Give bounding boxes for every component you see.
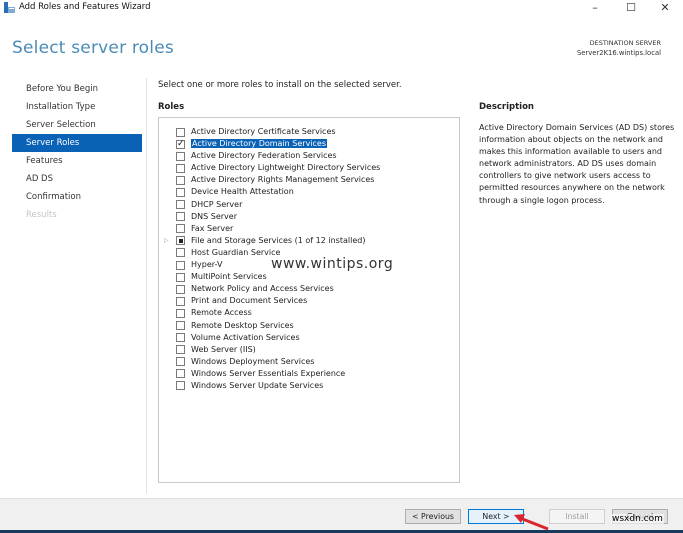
role-label[interactable]: DNS Server bbox=[191, 212, 237, 221]
role-item[interactable]: Windows Server Essentials Experience bbox=[159, 368, 459, 380]
page-title: Select server roles bbox=[12, 38, 174, 58]
role-label[interactable]: Remote Access bbox=[191, 308, 252, 317]
nav-item-features[interactable]: Features bbox=[12, 152, 142, 170]
nav-item-server-roles[interactable]: Server Roles bbox=[12, 134, 142, 152]
role-label[interactable]: Volume Activation Services bbox=[191, 333, 300, 342]
role-item[interactable]: Volume Activation Services bbox=[159, 332, 459, 344]
role-label[interactable]: Windows Server Update Services bbox=[191, 381, 323, 390]
role-label[interactable]: Host Guardian Service bbox=[191, 248, 280, 257]
role-label[interactable]: Print and Document Services bbox=[191, 296, 307, 305]
role-item[interactable]: Remote Access bbox=[159, 307, 459, 319]
role-checkbox[interactable] bbox=[176, 369, 185, 379]
role-label[interactable]: Network Policy and Access Services bbox=[191, 284, 334, 293]
destination-server-label: DESTINATION SERVER bbox=[589, 39, 661, 47]
role-item[interactable]: Web Server (IIS) bbox=[159, 344, 459, 356]
role-item[interactable]: MultiPoint Services bbox=[159, 271, 459, 283]
role-checkbox[interactable] bbox=[176, 381, 185, 391]
role-checkbox[interactable] bbox=[176, 151, 185, 161]
role-label[interactable]: Windows Server Essentials Experience bbox=[191, 369, 345, 378]
role-item[interactable]: Windows Deployment Services bbox=[159, 356, 459, 368]
corner-watermark: wsxdn.com bbox=[611, 514, 664, 524]
role-item[interactable]: ▷ File and Storage Services (1 of 12 inst… bbox=[159, 235, 459, 247]
role-label[interactable]: File and Storage Services (1 of 12 insta… bbox=[191, 236, 365, 245]
title-bar: Add Roles and Features Wizard – ☐ ✕ bbox=[0, 0, 683, 16]
nav-item-ad-ds[interactable]: AD DS bbox=[12, 170, 142, 188]
description-heading: Description bbox=[479, 102, 534, 112]
role-item[interactable]: Active Directory Rights Management Servi… bbox=[159, 174, 459, 186]
role-label[interactable]: Windows Deployment Services bbox=[191, 357, 314, 366]
role-label[interactable]: Web Server (IIS) bbox=[191, 345, 256, 354]
role-checkbox[interactable] bbox=[176, 260, 185, 270]
role-checkbox[interactable] bbox=[176, 127, 185, 137]
nav-divider bbox=[146, 78, 147, 494]
role-item[interactable]: Network Policy and Access Services bbox=[159, 283, 459, 295]
destination-server-name: Server2K16.wintips.local bbox=[576, 49, 661, 57]
roles-list[interactable]: Active Directory Certificate Services Act… bbox=[158, 117, 460, 483]
roles-heading: Roles bbox=[158, 102, 185, 112]
role-item[interactable]: Print and Document Services bbox=[159, 295, 459, 307]
role-item[interactable]: DHCP Server bbox=[159, 199, 459, 211]
role-checkbox[interactable] bbox=[176, 345, 185, 355]
role-checkbox[interactable] bbox=[176, 175, 185, 185]
role-label[interactable]: MultiPoint Services bbox=[191, 272, 267, 281]
role-label[interactable]: Active Directory Rights Management Servi… bbox=[191, 175, 374, 184]
nav-item-installation-type[interactable]: Installation Type bbox=[12, 98, 142, 116]
role-item[interactable]: Fax Server bbox=[159, 223, 459, 235]
role-checkbox[interactable] bbox=[176, 200, 185, 210]
role-checkbox[interactable] bbox=[176, 357, 185, 367]
role-label[interactable]: Active Directory Federation Services bbox=[191, 151, 337, 160]
maximize-button[interactable]: ☐ bbox=[617, 0, 645, 16]
role-item[interactable]: Active Directory Certificate Services bbox=[159, 126, 459, 138]
role-label[interactable]: Active Directory Domain Services bbox=[191, 139, 328, 149]
nav-item-before-you-begin[interactable]: Before You Begin bbox=[12, 80, 142, 98]
role-label[interactable]: Active Directory Lightweight Directory S… bbox=[191, 163, 380, 172]
server-manager-icon bbox=[4, 2, 15, 13]
role-checkbox[interactable] bbox=[176, 224, 185, 234]
role-checkbox[interactable] bbox=[176, 284, 185, 294]
role-checkbox[interactable] bbox=[176, 248, 185, 258]
role-item[interactable]: Active Directory Federation Services bbox=[159, 150, 459, 162]
role-checkbox[interactable] bbox=[176, 296, 185, 306]
watermark-text: www.wintips.org bbox=[271, 256, 394, 272]
description-text: Active Directory Domain Services (AD DS)… bbox=[479, 123, 675, 205]
role-label[interactable]: Active Directory Certificate Services bbox=[191, 127, 336, 136]
role-checkbox[interactable] bbox=[176, 163, 185, 173]
role-checkbox[interactable] bbox=[176, 138, 185, 150]
window-title: Add Roles and Features Wizard bbox=[19, 2, 151, 12]
nav-item-confirmation[interactable]: Confirmation bbox=[12, 188, 142, 206]
wizard-nav: Before You Begin Installation Type Server … bbox=[12, 80, 142, 224]
role-checkbox[interactable] bbox=[176, 236, 185, 246]
role-item[interactable]: Remote Desktop Services bbox=[159, 320, 459, 332]
role-item[interactable]: Active Directory Lightweight Directory S… bbox=[159, 162, 459, 174]
role-label[interactable]: Device Health Attestation bbox=[191, 187, 294, 196]
role-label[interactable]: Remote Desktop Services bbox=[191, 321, 294, 330]
instructions-text: Select one or more roles to install on t… bbox=[158, 80, 402, 90]
install-button: Install bbox=[549, 509, 605, 524]
role-item[interactable]: DNS Server bbox=[159, 211, 459, 223]
nav-item-server-selection[interactable]: Server Selection bbox=[12, 116, 142, 134]
previous-button[interactable]: < Previous bbox=[405, 509, 461, 524]
role-label[interactable]: Hyper-V bbox=[191, 260, 222, 269]
role-label[interactable]: Fax Server bbox=[191, 224, 233, 233]
role-item[interactable]: Device Health Attestation bbox=[159, 186, 459, 198]
expand-icon[interactable]: ▷ bbox=[164, 235, 169, 247]
role-item[interactable]: Active Directory Domain Services bbox=[159, 138, 459, 150]
nav-item-results: Results bbox=[26, 210, 57, 220]
role-checkbox[interactable] bbox=[176, 333, 185, 343]
role-checkbox[interactable] bbox=[176, 321, 185, 330]
red-arrow-annotation bbox=[514, 514, 549, 531]
role-label[interactable]: DHCP Server bbox=[191, 200, 242, 209]
wizard-header: Select server roles DESTINATION SERVER S… bbox=[0, 16, 683, 71]
role-checkbox[interactable] bbox=[176, 272, 185, 282]
role-checkbox[interactable] bbox=[176, 308, 185, 318]
role-item[interactable]: Windows Server Update Services bbox=[159, 380, 459, 392]
close-button[interactable]: ✕ bbox=[651, 0, 679, 16]
minimize-button[interactable]: – bbox=[581, 0, 609, 16]
role-checkbox[interactable] bbox=[176, 212, 185, 222]
role-checkbox[interactable] bbox=[176, 187, 185, 197]
